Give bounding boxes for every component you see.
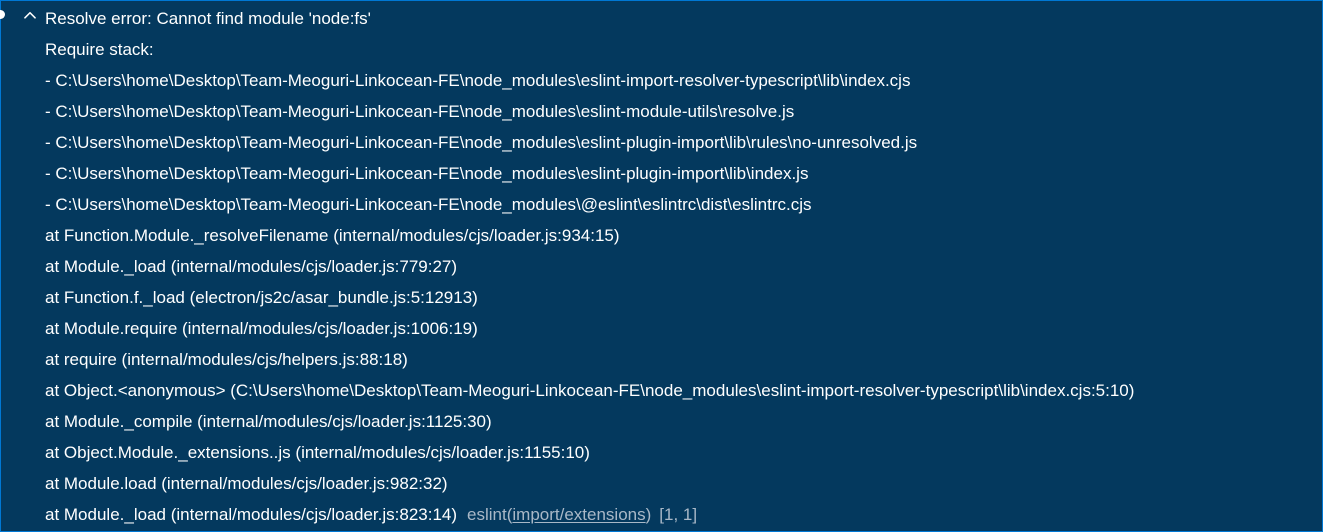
stack-line-text: at Module._load (internal/modules/cjs/lo…	[45, 505, 458, 524]
stack-line: at Module._load (internal/modules/cjs/lo…	[45, 257, 458, 276]
rule-code-link[interactable]: import/extensions	[512, 505, 645, 524]
stack-line: at Function.Module._resolveFilename (int…	[45, 226, 620, 245]
error-position: [1, 1]	[659, 505, 698, 524]
stack-line: at Module.load (internal/modules/cjs/loa…	[45, 474, 448, 493]
stack-line: - C:\Users\home\Desktop\Team-Meoguri-Lin…	[45, 164, 809, 183]
chevron-up-icon[interactable]	[21, 6, 39, 24]
status-dot-icon	[0, 10, 5, 19]
stack-line: - C:\Users\home\Desktop\Team-Meoguri-Lin…	[45, 133, 918, 152]
require-stack-label: Require stack:	[45, 40, 154, 59]
stack-line: at Module._compile (internal/modules/cjs…	[45, 412, 492, 431]
error-title: Resolve error: Cannot find module 'node:…	[45, 9, 371, 28]
stack-line: at require (internal/modules/cjs/helpers…	[45, 350, 408, 369]
stack-line: at Module.require (internal/modules/cjs/…	[45, 319, 478, 338]
stack-line: at Object.Module._extensions..js (intern…	[45, 443, 590, 462]
code-close-paren: )	[645, 505, 652, 524]
stack-line: at Function.f._load (electron/js2c/asar_…	[45, 288, 478, 307]
last-stack-line: at Module._load (internal/modules/cjs/lo…	[45, 499, 697, 530]
problem-detail-panel: Resolve error: Cannot find module 'node:…	[0, 0, 1323, 532]
stack-line: - C:\Users\home\Desktop\Team-Meoguri-Lin…	[45, 71, 911, 90]
stack-line: - C:\Users\home\Desktop\Team-Meoguri-Lin…	[45, 102, 795, 121]
stack-line: at Object.<anonymous> (C:\Users\home\Des…	[45, 381, 1135, 400]
error-source: eslint	[467, 505, 507, 524]
stack-line: - C:\Users\home\Desktop\Team-Meoguri-Lin…	[45, 195, 812, 214]
